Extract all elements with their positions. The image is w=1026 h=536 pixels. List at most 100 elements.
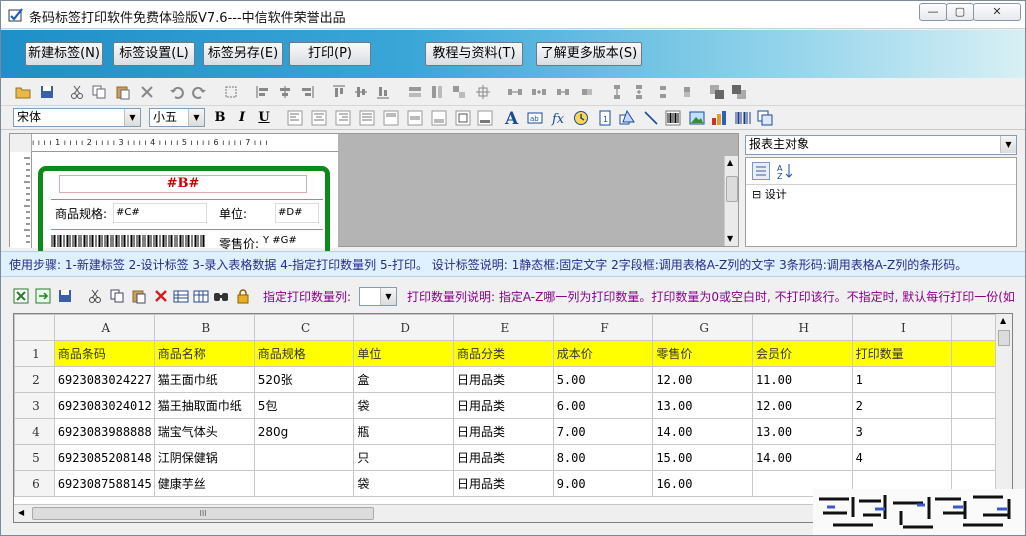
- table-cell[interactable]: 日用品类: [452, 392, 554, 419]
- text-justify-icon[interactable]: [359, 110, 375, 126]
- table-cell[interactable]: 日用品类: [452, 418, 554, 445]
- table-cell[interactable]: 12.00: [751, 392, 853, 419]
- cut-icon[interactable]: [87, 288, 103, 304]
- column-header[interactable]: C: [253, 314, 355, 341]
- cut-icon[interactable]: [69, 84, 85, 100]
- corner-cell[interactable]: [14, 314, 55, 341]
- table-cell[interactable]: 单位: [353, 340, 454, 367]
- date-time-icon[interactable]: [573, 110, 589, 126]
- table-cell[interactable]: 盒: [353, 366, 454, 393]
- paste-icon[interactable]: [115, 84, 131, 100]
- table-cell[interactable]: 江阴保健锅: [153, 444, 255, 471]
- label-field-b[interactable]: #B#: [59, 175, 307, 193]
- align-bottom-icon[interactable]: [375, 84, 391, 100]
- same-size-icon[interactable]: [451, 84, 467, 100]
- table-cell[interactable]: 6923083024012: [53, 392, 155, 419]
- text-align-center-icon[interactable]: [311, 110, 327, 126]
- table-cell[interactable]: [253, 470, 355, 497]
- tutorial-button[interactable]: 教程与资料(T): [425, 42, 523, 66]
- scroll-down-icon[interactable]: ▼: [727, 234, 733, 243]
- table-cell[interactable]: 520张: [253, 366, 355, 393]
- same-height-icon[interactable]: [429, 84, 445, 100]
- column-header[interactable]: F: [552, 314, 654, 341]
- select-all-icon[interactable]: [223, 84, 239, 100]
- table-cell[interactable]: [253, 444, 355, 471]
- table-cell[interactable]: 瓶: [353, 418, 454, 445]
- label-canvas[interactable]: #B# 商品规格: #C# 单位: #D# 零售价: Y #G#: [32, 152, 338, 256]
- table-cell[interactable]: 3: [851, 418, 953, 445]
- align-center-icon[interactable]: [277, 84, 293, 100]
- space-increase-icon[interactable]: [531, 84, 547, 100]
- table-cell[interactable]: 13.00: [751, 418, 853, 445]
- table-cell[interactable]: 袋: [353, 470, 454, 497]
- table-cell[interactable]: 12.00: [652, 366, 753, 393]
- new-label-button[interactable]: 新建标签(N): [25, 42, 103, 66]
- table-cell[interactable]: 健康芋丝: [153, 470, 255, 497]
- table-cell[interactable]: 6923087588145: [53, 470, 155, 497]
- table-cell[interactable]: 9.00: [552, 470, 654, 497]
- copy-icon[interactable]: [109, 288, 125, 304]
- send-back-icon[interactable]: [731, 84, 747, 100]
- more-versions-button[interactable]: 了解更多版本(S): [536, 42, 642, 66]
- find-icon[interactable]: [213, 288, 229, 304]
- table-cell[interactable]: 14.00: [652, 418, 753, 445]
- table-cell[interactable]: 15.00: [652, 444, 753, 471]
- align-left-icon[interactable]: [255, 84, 271, 100]
- paste-icon[interactable]: [131, 288, 147, 304]
- table-cell[interactable]: 猫王抽取面巾纸: [153, 392, 255, 419]
- vspace-increase-icon[interactable]: [631, 84, 647, 100]
- image-icon[interactable]: [689, 110, 705, 126]
- label-spec-caption[interactable]: 商品规格:: [55, 205, 107, 222]
- import-excel-icon[interactable]: [13, 288, 29, 304]
- table-cell[interactable]: 5包: [253, 392, 355, 419]
- sheet-vertical-scrollbar[interactable]: ▲: [995, 314, 1012, 506]
- static-text-icon[interactable]: A: [503, 109, 521, 127]
- table-cell[interactable]: 袋: [353, 392, 454, 419]
- print-qty-column-select[interactable]: ▼: [359, 287, 397, 306]
- table-cell[interactable]: 零售价: [652, 340, 753, 367]
- chart-icon[interactable]: [711, 110, 727, 126]
- center-icon[interactable]: [475, 84, 491, 100]
- table-cell[interactable]: 6923085208148: [53, 444, 155, 471]
- scroll-thumb[interactable]: [998, 330, 1010, 346]
- table-cell[interactable]: 会员价: [751, 340, 853, 367]
- font-name-select[interactable]: 宋体 ▼: [13, 108, 141, 127]
- table-cell[interactable]: 2: [851, 392, 953, 419]
- table-cell[interactable]: 6923083988888: [53, 418, 155, 445]
- redo-icon[interactable]: [191, 84, 207, 100]
- column-header[interactable]: A: [53, 314, 155, 341]
- label-unit-caption[interactable]: 单位:: [219, 205, 247, 222]
- column-header[interactable]: I: [851, 314, 953, 341]
- text-align-right-icon[interactable]: [335, 110, 351, 126]
- insert-row-icon[interactable]: [173, 288, 189, 304]
- table-cell[interactable]: 16.00: [652, 470, 753, 497]
- table-cell[interactable]: 瑞宝气体头: [153, 418, 255, 445]
- font-size-select[interactable]: 小五 ▼: [149, 108, 205, 127]
- column-header[interactable]: D: [353, 314, 454, 341]
- space-remove-icon[interactable]: [579, 84, 595, 100]
- line-icon[interactable]: [643, 110, 659, 126]
- fill-icon[interactable]: [477, 110, 493, 126]
- table-cell[interactable]: 日用品类: [452, 470, 554, 497]
- print-button[interactable]: 打印(P): [289, 42, 371, 66]
- space-horizontal-icon[interactable]: [507, 84, 523, 100]
- scroll-left-icon[interactable]: ◀: [18, 508, 24, 517]
- delete-icon[interactable]: [139, 84, 155, 100]
- save-label-as-button[interactable]: 标签另存(E): [203, 42, 283, 66]
- label-barcode[interactable]: [51, 235, 207, 247]
- row-header[interactable]: 3: [14, 392, 55, 419]
- save-icon[interactable]: [39, 84, 55, 100]
- text-valign-bottom-icon[interactable]: [431, 110, 447, 126]
- table-cell[interactable]: 5.00: [552, 366, 654, 393]
- label-unit-field[interactable]: #D#: [275, 203, 319, 223]
- label-price-caption[interactable]: 零售价:: [219, 235, 259, 252]
- table-cell[interactable]: 成本价: [552, 340, 654, 367]
- table-cell[interactable]: 7.00: [552, 418, 654, 445]
- barcode-field-icon[interactable]: [665, 110, 681, 126]
- designer-vertical-scrollbar[interactable]: ▲ ▼: [724, 156, 738, 246]
- table-cell[interactable]: 商品规格: [253, 340, 355, 367]
- shape-icon[interactable]: [619, 110, 635, 126]
- underline-button[interactable]: U: [255, 109, 273, 127]
- open-folder-icon[interactable]: [15, 84, 31, 100]
- vspace-remove-icon[interactable]: [679, 84, 695, 100]
